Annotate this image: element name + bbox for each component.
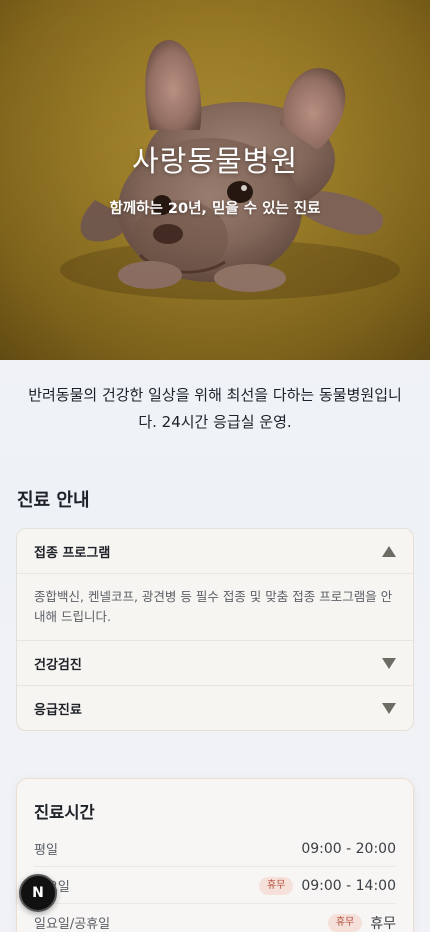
hero-title: 사랑동물병원 bbox=[131, 144, 299, 178]
intro-text: 반려동물의 건강한 일상을 위해 최선을 다하는 동물병원입니다. 24시간 응… bbox=[28, 386, 402, 431]
next-dev-tools-button[interactable]: N bbox=[19, 874, 57, 912]
services-accordion: 접종 프로그램 종합백신, 켄넬코프, 광견병 등 필수 접종 및 맞춤 접종 … bbox=[16, 528, 414, 731]
services-heading: 진료 안내 bbox=[17, 490, 90, 511]
accordion-header-vaccination[interactable]: 접종 프로그램 bbox=[17, 529, 413, 573]
accordion-body-vaccination: 종합백신, 켄넬코프, 광견병 등 필수 접종 및 맞춤 접종 프로그램을 안내… bbox=[17, 573, 413, 640]
hours-time: 휴무 bbox=[370, 915, 396, 932]
expand-arrow-icon bbox=[382, 702, 396, 714]
hours-day: 평일 bbox=[34, 843, 58, 858]
hours-row-saturday: 토요일 휴무 09:00 - 14:00 bbox=[34, 868, 396, 904]
accordion-label: 건강검진 bbox=[34, 657, 82, 673]
hours-time: 09:00 - 20:00 bbox=[301, 840, 396, 857]
status-badge: 휴무 bbox=[327, 913, 363, 932]
accordion-item-vaccination: 접종 프로그램 종합백신, 켄넬코프, 광견병 등 필수 접종 및 맞춤 접종 … bbox=[17, 529, 413, 640]
hours-row-sunday: 일요일/공휴일 휴무 휴무 bbox=[34, 905, 396, 932]
status-badge: 휴무 bbox=[258, 876, 294, 895]
collapse-arrow-icon bbox=[382, 545, 396, 557]
hero-overlay bbox=[0, 0, 430, 360]
accordion-label: 접종 프로그램 bbox=[34, 545, 111, 561]
accordion-item-checkup: 건강검진 bbox=[17, 640, 413, 685]
accordion-header-checkup[interactable]: 건강검진 bbox=[17, 641, 413, 685]
hours-day: 일요일/공휴일 bbox=[34, 917, 111, 932]
hero-subtitle: 함께하는 20년, 믿을 수 있는 진료 bbox=[109, 201, 321, 217]
hero-banner: 사랑동물병원 함께하는 20년, 믿을 수 있는 진료 bbox=[0, 0, 430, 360]
hours-row-weekday: 평일 09:00 - 20:00 bbox=[34, 831, 396, 867]
expand-arrow-icon bbox=[382, 657, 396, 669]
hours-card: 진료시간 평일 09:00 - 20:00 토요일 휴무 09:00 - 14:… bbox=[16, 778, 414, 932]
accordion-header-emergency[interactable]: 응급진료 bbox=[17, 686, 413, 730]
hours-title: 진료시간 bbox=[34, 803, 95, 822]
accordion-item-emergency: 응급진료 bbox=[17, 685, 413, 730]
accordion-label: 응급진료 bbox=[34, 702, 82, 718]
hours-time: 09:00 - 14:00 bbox=[301, 877, 396, 894]
